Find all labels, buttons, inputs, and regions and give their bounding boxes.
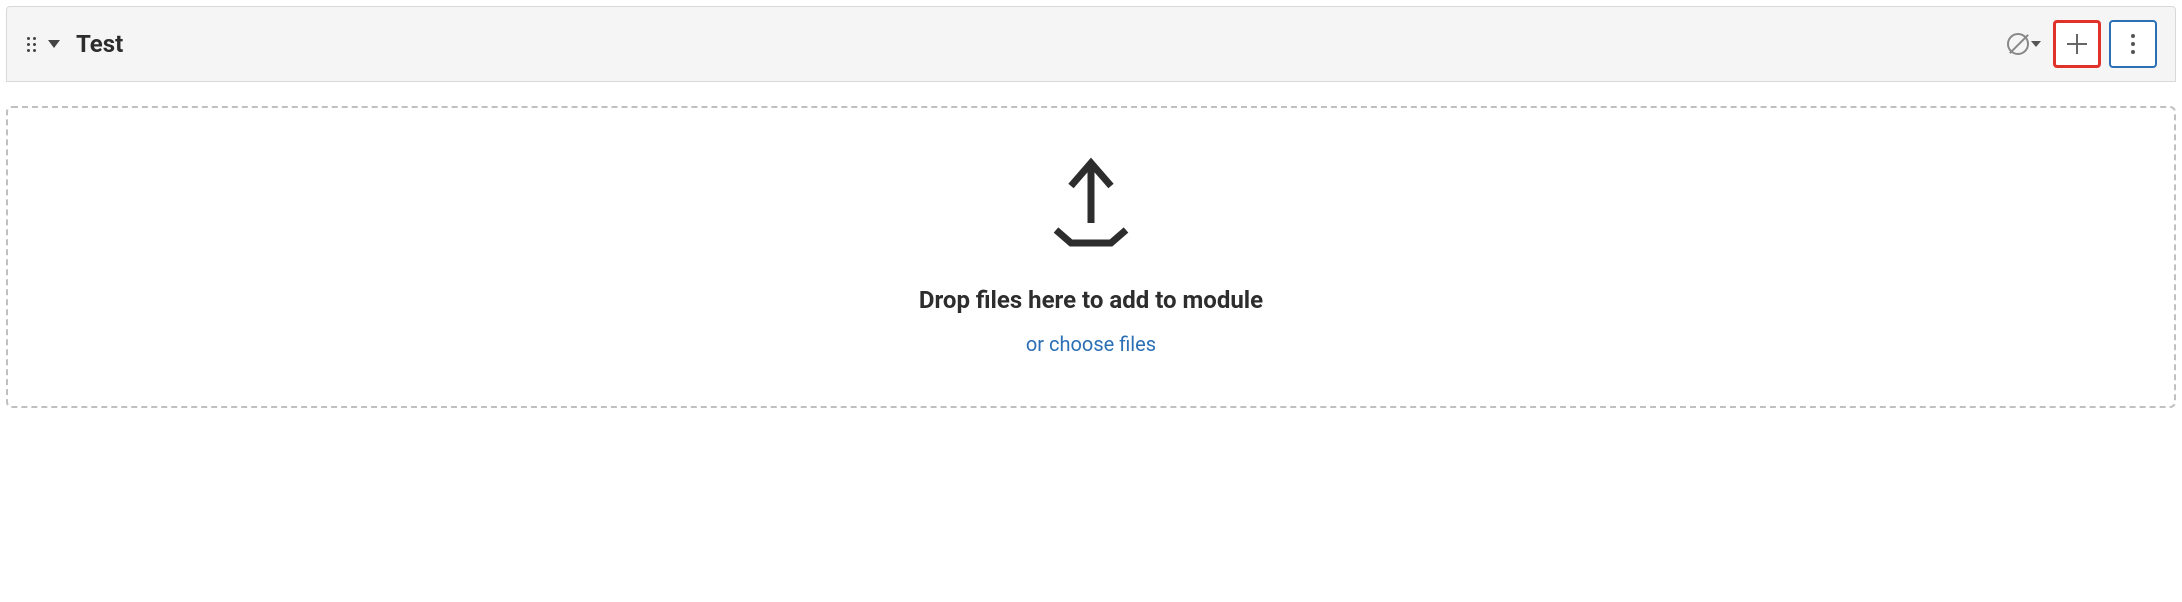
drag-handle-icon[interactable]: [25, 35, 38, 54]
file-drop-zone[interactable]: Drop files here to add to module or choo…: [6, 106, 2176, 408]
plus-icon: [2067, 34, 2087, 54]
more-options-button[interactable]: [2109, 20, 2157, 68]
module-title: Test: [76, 30, 123, 58]
drop-zone-text: Drop files here to add to module: [919, 286, 1263, 314]
caret-down-icon: [2031, 41, 2041, 47]
module-container: Test: [6, 6, 2176, 408]
module-header-left: Test: [25, 30, 123, 58]
collapse-toggle-icon[interactable]: [48, 40, 60, 48]
publish-status-dropdown[interactable]: [2003, 29, 2045, 59]
add-item-button[interactable]: [2053, 20, 2101, 68]
module-header: Test: [6, 6, 2176, 82]
upload-icon: [1036, 148, 1146, 262]
unpublished-icon: [2007, 33, 2029, 55]
kebab-menu-icon: [2131, 34, 2135, 54]
choose-files-link[interactable]: or choose files: [1026, 332, 1156, 356]
module-header-right: [2003, 20, 2157, 68]
